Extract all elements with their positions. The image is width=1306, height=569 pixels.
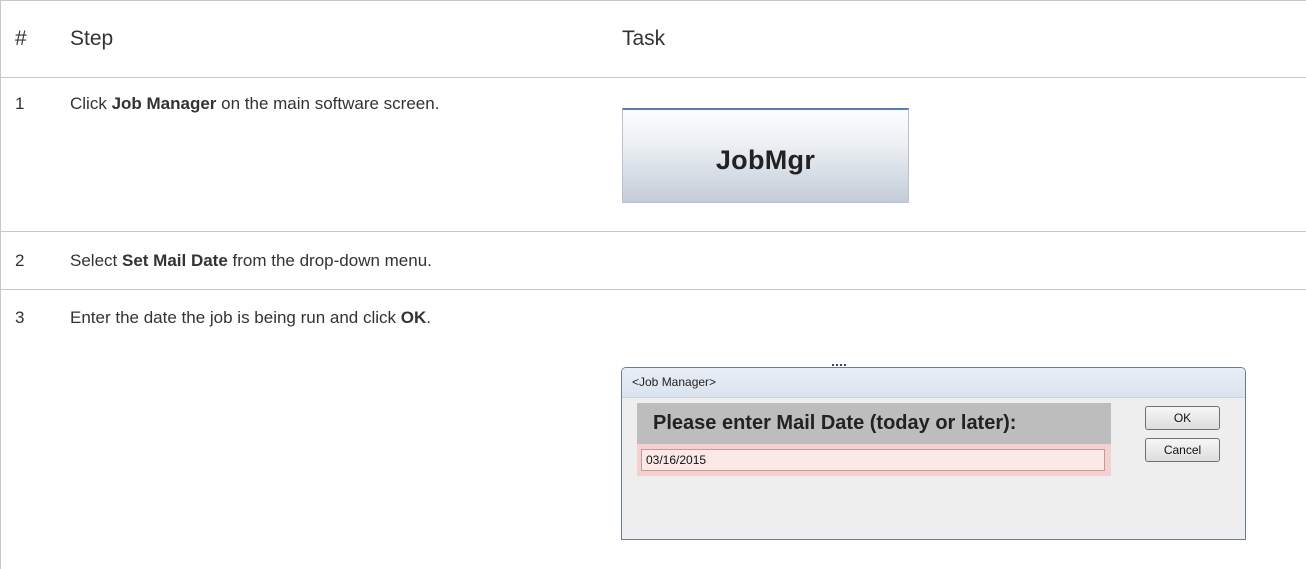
jobmgr-button-label: JobMgr xyxy=(715,144,816,175)
mail-date-input[interactable] xyxy=(641,449,1105,471)
row-2-step-suffix: from the drop-down menu. xyxy=(227,251,432,270)
mail-date-dialog: <Job Manager> Please enter Mail Date (to… xyxy=(621,367,1246,540)
procedure-table: # Step Task 1 Click Job Manager on the m… xyxy=(0,0,1306,569)
row-1-step-prefix: Click xyxy=(70,94,112,113)
row-3-step: Enter the date the job is being run and … xyxy=(70,308,431,328)
row-2-number: 2 xyxy=(15,251,25,270)
row-1-number: 1 xyxy=(15,94,25,113)
row-2-step-bold: Set Mail Date xyxy=(121,251,228,270)
row-3-step-suffix: . xyxy=(426,308,431,327)
header-step: Step xyxy=(70,27,114,50)
cancel-button[interactable]: Cancel xyxy=(1145,438,1220,462)
header-number: # xyxy=(15,27,27,50)
row-1-step-bold: Job Manager xyxy=(111,94,217,113)
row-2-step-prefix: Select xyxy=(70,251,122,270)
row-1-step-suffix: on the main software screen. xyxy=(216,94,440,113)
dialog-heading: Please enter Mail Date (today or later): xyxy=(653,412,1017,434)
row-3-number: 3 xyxy=(15,308,25,327)
row-3-step-bold: OK xyxy=(400,308,427,327)
dialog-titlebar: <Job Manager> xyxy=(622,368,1245,398)
row-1-divider xyxy=(1,231,1306,232)
dialog-title: <Job Manager> xyxy=(632,375,717,389)
row-2-divider xyxy=(1,289,1306,290)
jobmgr-button[interactable]: JobMgr xyxy=(622,108,909,203)
date-input-frame xyxy=(637,444,1111,476)
row-1-step: Click Job Manager on the main software s… xyxy=(70,94,439,114)
row-3-step-prefix: Enter the date the job is being run and … xyxy=(70,308,401,327)
header-row-divider xyxy=(1,77,1306,78)
table-top-border xyxy=(1,0,1306,1)
ok-button[interactable]: OK xyxy=(1145,406,1220,430)
header-task: Task xyxy=(622,27,666,50)
row-2-step: Select Set Mail Date from the drop-down … xyxy=(70,251,432,271)
